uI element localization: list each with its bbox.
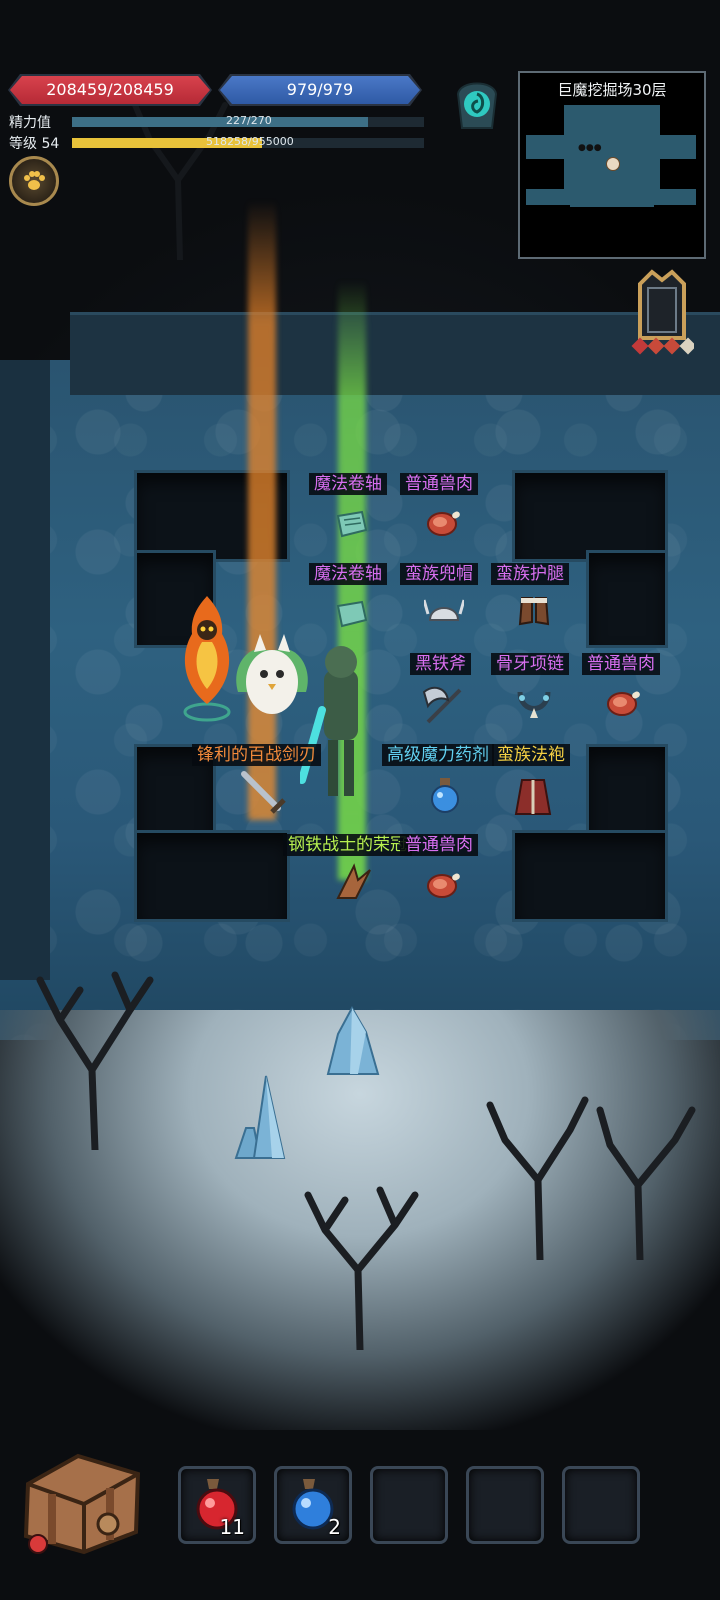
stamina-fill bbox=[72, 117, 368, 127]
meat-icon[interactable] bbox=[424, 504, 464, 540]
boots-icon[interactable] bbox=[516, 594, 552, 630]
item-label[interactable]: 黑铁斧 bbox=[410, 653, 471, 675]
item-label[interactable]: 普通兽肉 bbox=[582, 653, 660, 675]
item-label[interactable]: 钢铁战士的荣冠 bbox=[283, 834, 412, 856]
helmet-icon[interactable] bbox=[424, 594, 464, 630]
item-label[interactable]: 骨牙项链 bbox=[491, 653, 569, 675]
cave-left-wall bbox=[0, 360, 50, 980]
quick-slot-empty[interactable] bbox=[466, 1466, 544, 1544]
hp-bar: 208459/208459 bbox=[10, 76, 210, 104]
item-label[interactable]: 普通兽肉 bbox=[400, 473, 478, 495]
sword-icon[interactable] bbox=[238, 768, 288, 818]
loot-beam-orange bbox=[248, 200, 276, 820]
item-label[interactable]: 普通兽肉 bbox=[400, 834, 478, 856]
dead-tree-icon bbox=[36, 971, 154, 1150]
necklace-icon[interactable] bbox=[514, 686, 554, 720]
pit-top-right bbox=[512, 470, 668, 562]
meat-icon[interactable] bbox=[604, 684, 644, 720]
portal-icon[interactable] bbox=[452, 74, 502, 130]
scroll-icon[interactable] bbox=[334, 508, 370, 540]
stamina-value: 227/270 bbox=[226, 114, 272, 127]
slot-count: 11 bbox=[219, 1515, 245, 1539]
xp-bar: 518258/955000 bbox=[72, 135, 424, 148]
slot-count: 2 bbox=[328, 1515, 341, 1539]
player-warrior[interactable] bbox=[300, 640, 380, 810]
pit-bottom-right-2 bbox=[512, 830, 668, 922]
quick-slot[interactable]: 11 bbox=[178, 1466, 256, 1544]
pit-right bbox=[586, 550, 668, 648]
minimap-wall bbox=[526, 159, 564, 189]
pit-bottom-left-2 bbox=[134, 830, 290, 922]
paw-icon bbox=[24, 171, 45, 190]
pet-button[interactable] bbox=[9, 156, 59, 206]
ice-crystal-icon bbox=[326, 1005, 380, 1075]
level-label: 等级 54 bbox=[9, 136, 60, 152]
xp-value: 518258/955000 bbox=[206, 135, 294, 148]
scroll-icon[interactable] bbox=[334, 598, 370, 630]
dead-tree-icon bbox=[304, 1186, 419, 1350]
item-label[interactable]: 魔法卷轴 bbox=[309, 473, 387, 495]
item-label[interactable]: 高级魔力药剂 bbox=[382, 744, 494, 766]
item-label[interactable]: 蛮族兜帽 bbox=[400, 563, 478, 585]
dead-tree-icon bbox=[132, 102, 228, 260]
quick-slot-empty[interactable] bbox=[562, 1466, 640, 1544]
cave-back-wall bbox=[70, 312, 720, 395]
stamina-label: 精力值 bbox=[9, 115, 51, 131]
item-label[interactable]: 蛮族护腿 bbox=[491, 563, 569, 585]
axe-icon[interactable] bbox=[420, 682, 468, 726]
item-label[interactable]: 魔法卷轴 bbox=[309, 563, 387, 585]
mana-potion-icon[interactable] bbox=[428, 776, 462, 814]
minimap-title: 巨魔挖掘场30层 bbox=[557, 81, 667, 99]
mp-bar: 979/979 bbox=[220, 76, 420, 104]
robe-icon[interactable] bbox=[514, 776, 552, 816]
backpack-icon[interactable] bbox=[18, 1444, 142, 1556]
minimap-room bbox=[570, 173, 654, 207]
minimap-pets-icon: ●●● bbox=[578, 143, 602, 153]
meat-icon[interactable] bbox=[424, 866, 464, 902]
stamina-bar: 227/270 bbox=[72, 114, 424, 127]
item-label[interactable]: 蛮族法袍 bbox=[492, 744, 570, 766]
dead-tree-icon bbox=[486, 1096, 696, 1260]
minimap-wall bbox=[660, 105, 696, 135]
ice-crystal-icon bbox=[234, 1075, 286, 1159]
armor-stand-icon[interactable] bbox=[630, 268, 694, 360]
minimap-wall bbox=[660, 159, 696, 189]
quick-slot-empty[interactable] bbox=[370, 1466, 448, 1544]
pit-bottom-right bbox=[586, 744, 668, 842]
minimap-wall bbox=[526, 105, 564, 135]
item-label[interactable]: 锋利的百战剑刃 bbox=[192, 744, 321, 766]
crest-icon[interactable] bbox=[334, 862, 374, 902]
quick-slot[interactable]: 2 bbox=[274, 1466, 352, 1544]
minimap[interactable]: 巨魔挖掘场30层 ●●● bbox=[518, 71, 706, 259]
minimap-player-icon bbox=[606, 157, 620, 171]
